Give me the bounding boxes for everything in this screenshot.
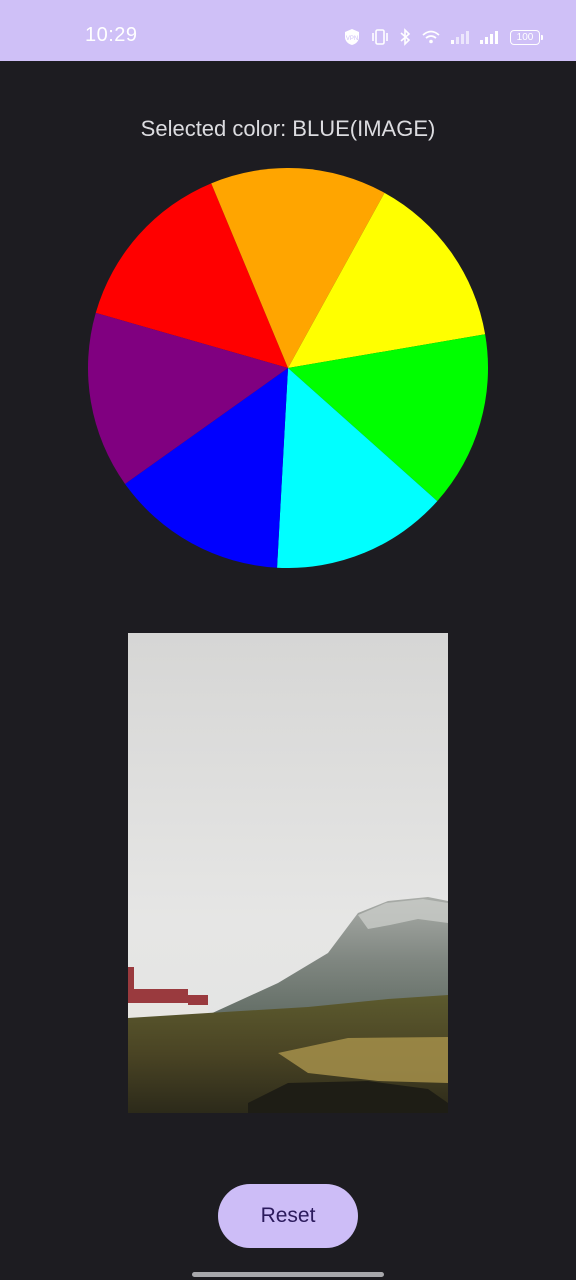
wifi-icon — [422, 30, 440, 44]
selected-color-label: Selected color: BLUE(IMAGE) — [140, 116, 436, 141]
signal-icon — [480, 31, 498, 44]
signal-icon — [451, 31, 469, 44]
vpn-icon: VPN — [345, 29, 359, 45]
color-wheel[interactable] — [88, 168, 488, 568]
vibrate-icon — [372, 29, 388, 45]
status-bar: 10:29 VPN 100 — [0, 0, 576, 61]
battery-icon: 100 — [510, 29, 543, 45]
selected-image — [128, 633, 448, 1113]
reset-button[interactable]: Reset — [218, 1184, 358, 1248]
bluetooth-icon — [400, 28, 411, 46]
home-indicator[interactable] — [192, 1272, 384, 1277]
status-icons: VPN 100 — [342, 26, 543, 48]
svg-text:VPN: VPN — [346, 36, 358, 42]
battery-level: 100 — [516, 31, 534, 43]
status-time: 10:29 — [85, 24, 138, 46]
